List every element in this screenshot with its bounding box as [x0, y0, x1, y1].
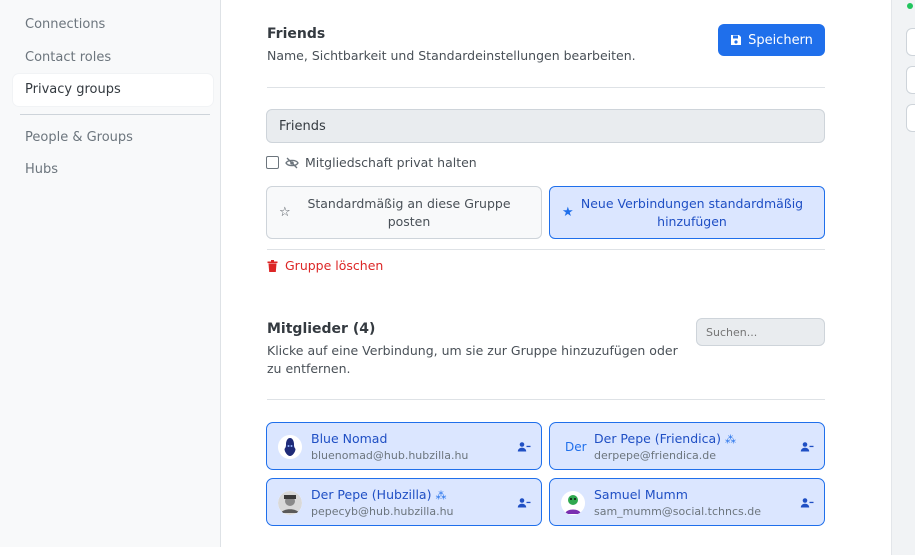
members-description: Klicke auf eine Verbindung, um sie zur G… — [267, 343, 678, 376]
group-name-input[interactable] — [266, 109, 825, 143]
default-post-toggle[interactable]: ☆ Standardmäßig an diese Gruppe posten — [266, 186, 542, 239]
member-name-text: Der Pepe (Friendica) — [594, 431, 722, 446]
member-name: Samuel Mumm — [594, 487, 688, 502]
fediverse-badge: ⁂ — [435, 489, 447, 502]
delete-group-button[interactable]: Gruppe löschen — [267, 258, 383, 273]
member-address: sam_mumm@social.tchncs.de — [594, 505, 761, 518]
sidebar-item-privacy-groups[interactable]: Privacy groups — [13, 74, 213, 106]
avatar — [561, 491, 585, 515]
online-status-dot — [907, 3, 913, 9]
sidebar-item-hubs[interactable]: Hubs — [13, 154, 213, 186]
sidebar-item-people-groups[interactable]: People & Groups — [13, 122, 213, 154]
members-title: Mitglieder (4) — [267, 321, 376, 337]
page-title: Friends — [267, 26, 326, 42]
avatar — [278, 491, 302, 515]
panel-tab-button[interactable] — [906, 28, 915, 56]
member-card[interactable]: Der Der Pepe (Friendica) ⁂ derpepe@frien… — [549, 422, 825, 470]
default-post-label: Standardmäßig an diese Gruppe posten — [307, 195, 511, 229]
avatar — [278, 435, 302, 459]
member-card[interactable]: Samuel Mumm sam_mumm@social.tchncs.de — [549, 478, 825, 526]
member-address: bluenomad@hub.hubzilla.hu — [311, 449, 469, 462]
page-subtitle: Name, Sichtbarkeit und Standardeinstellu… — [267, 48, 636, 63]
sidebar: Connections Contact roles Privacy groups… — [0, 0, 221, 547]
private-membership-checkbox[interactable] — [266, 156, 279, 169]
user-minus-icon[interactable] — [800, 496, 814, 510]
panel-tab-button[interactable] — [906, 104, 915, 132]
fediverse-badge: ⁂ — [725, 433, 736, 446]
private-membership-label: Mitgliedschaft privat halten — [305, 155, 477, 170]
new-connections-default-toggle[interactable]: ★ Neue Verbindungen standardmäßig hinzuf… — [549, 186, 825, 239]
member-name: Der Pepe (Friendica) ⁂ — [594, 431, 736, 446]
divider — [267, 87, 825, 88]
user-minus-icon[interactable] — [800, 440, 814, 454]
user-minus-icon[interactable] — [517, 440, 531, 454]
panel-tab-button[interactable] — [906, 66, 915, 94]
divider — [267, 249, 825, 250]
private-membership-row[interactable]: Mitgliedschaft privat halten — [266, 155, 477, 170]
star-filled-icon: ★ — [562, 205, 574, 220]
member-address: derpepe@friendica.de — [594, 449, 717, 462]
delete-group-label: Gruppe löschen — [285, 258, 384, 273]
member-address: pepecyb@hub.hubzilla.hu — [311, 505, 454, 518]
divider — [267, 399, 825, 400]
eye-slash-icon — [285, 157, 299, 168]
floppy-disk-icon — [731, 35, 742, 45]
member-search-input[interactable] — [696, 318, 825, 346]
user-minus-icon[interactable] — [517, 496, 531, 510]
member-name: Der Pepe (Hubzilla) ⁂ — [311, 487, 446, 502]
sidebar-item-connections[interactable]: Connections — [13, 9, 213, 41]
member-card[interactable]: Der Pepe (Hubzilla) ⁂ pepecyb@hub.hubzil… — [266, 478, 542, 526]
save-button[interactable]: Speichern — [718, 24, 825, 56]
sidebar-item-contact-roles[interactable]: Contact roles — [13, 42, 213, 74]
trash-icon — [267, 259, 278, 272]
star-outline-icon: ☆ — [279, 205, 291, 220]
sidebar-divider — [20, 114, 210, 115]
member-name: Blue Nomad — [311, 431, 388, 446]
save-button-label: Speichern — [748, 32, 813, 48]
member-card[interactable]: Blue Nomad bluenomad@hub.hubzilla.hu — [266, 422, 542, 470]
member-name-text: Der Pepe (Hubzilla) — [311, 487, 432, 502]
avatar: Der — [565, 440, 587, 454]
new-connections-label: Neue Verbindungen standardmäßig hinzufüg… — [580, 195, 804, 229]
